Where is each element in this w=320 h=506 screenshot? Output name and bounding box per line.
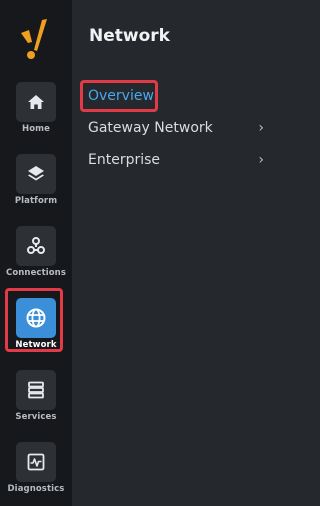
pulse-icon [27,453,45,471]
rail-item-home[interactable]: Home [0,82,72,144]
connections-tile[interactable] [16,226,56,266]
panel-title: Network [89,26,170,46]
menu-item-overview-label: Overview [88,88,154,104]
home-icon [28,95,44,109]
rail-item-connections[interactable]: Connections [0,226,72,288]
menu-item-enterprise[interactable]: Enterprise › [88,147,264,173]
icon-rail: Home Platform Connections Network Servic… [0,0,72,506]
home-tile[interactable] [16,82,56,122]
services-tile[interactable] [16,370,56,410]
rail-label-services: Services [15,412,57,422]
menu-item-gateway-network[interactable]: Gateway Network › [88,115,264,141]
rail-label-home: Home [22,124,50,134]
rail-label-platform: Platform [14,196,58,206]
rail-label-diagnostics: Diagnostics [7,484,65,494]
diagnostics-tile[interactable] [16,442,56,482]
platform-tile[interactable] [16,154,56,194]
rail-item-platform[interactable]: Platform [0,154,72,216]
menu-item-gateway-network-label: Gateway Network [88,120,213,136]
app-window: Home Platform Connections Network Servic… [0,0,264,506]
chevron-right-icon: › [258,152,264,168]
connections-icon [27,237,45,254]
rail-item-network[interactable]: Network [0,298,72,360]
rail-item-services[interactable]: Services [0,370,72,432]
rail-label-network: Network [15,340,57,350]
chevron-right-icon: › [258,120,264,136]
logo-icon [21,19,47,59]
rail-item-diagnostics[interactable]: Diagnostics [0,442,72,504]
globe-icon [26,308,46,328]
layers-icon [28,166,44,181]
rail-label-connections: Connections [5,268,66,278]
network-tile[interactable] [16,298,56,338]
brand-logo[interactable] [17,17,55,61]
network-panel: Network Overview Gateway Network › Enter… [72,0,264,506]
menu-item-enterprise-label: Enterprise [88,152,161,168]
menu-item-overview[interactable]: Overview [88,83,264,109]
server-icon [28,381,44,399]
